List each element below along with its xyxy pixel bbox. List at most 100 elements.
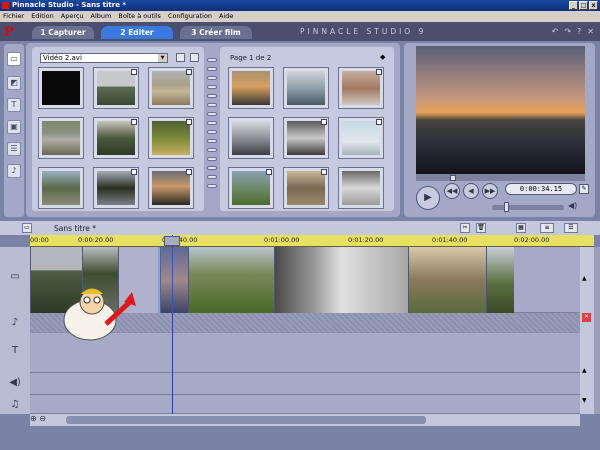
video-clip[interactable] xyxy=(486,247,514,313)
vertical-scrollbar[interactable]: ▲ × ▲ ▼ xyxy=(580,247,594,414)
scene-thumbnail[interactable] xyxy=(228,117,274,159)
scene-thumbnail[interactable] xyxy=(93,117,139,159)
volume-handle[interactable] xyxy=(504,202,509,212)
video-preview-screen xyxy=(416,46,585,174)
scene-thumbnail[interactable] xyxy=(283,117,329,159)
tab-capturer[interactable]: 1 Capturer xyxy=(32,26,94,39)
used-checkmark-icon xyxy=(266,169,272,175)
sound-effects-track[interactable] xyxy=(30,373,580,395)
timeline-ruler[interactable]: 00:00 0:00:20.00 0:00:40.00 0:01:00.00 0… xyxy=(30,235,594,247)
project-icon[interactable]: ▭ xyxy=(22,223,32,233)
scene-thumbnail[interactable] xyxy=(38,67,84,109)
storyboard-view-icon[interactable]: ▦ xyxy=(516,223,526,233)
video-clip[interactable] xyxy=(274,247,408,313)
scene-thumbnail[interactable] xyxy=(338,117,384,159)
play-button[interactable]: ▶ xyxy=(416,186,440,210)
scene-thumbnail[interactable] xyxy=(228,167,274,209)
menu-apercu[interactable]: Aperçu xyxy=(61,11,84,22)
camera-icon: ▭ xyxy=(10,54,18,63)
tab-editer[interactable]: 2 Editer xyxy=(101,26,173,39)
menu-edition[interactable]: Edition xyxy=(31,11,54,22)
chevron-down-icon[interactable]: ▼ xyxy=(158,54,167,62)
used-checkmark-icon xyxy=(376,69,382,75)
video-track-icon[interactable]: ▭ xyxy=(8,271,22,283)
timeline-view-icon[interactable]: ≡ xyxy=(540,223,554,233)
help-icon[interactable]: ? xyxy=(577,27,581,36)
scene-thumbnail[interactable] xyxy=(148,167,194,209)
sound-effects-tab[interactable]: ♪ xyxy=(7,164,21,178)
sound-effect-track-icon[interactable]: ◀) xyxy=(8,377,22,389)
video-clip[interactable] xyxy=(408,247,486,313)
tab-creer-film[interactable]: 3 Créer film xyxy=(180,26,252,39)
mute-icon[interactable]: × xyxy=(582,313,591,322)
trash-icon[interactable]: 🗑 xyxy=(476,223,486,233)
used-checkmark-icon xyxy=(321,119,327,125)
scroll-thumb[interactable] xyxy=(66,416,426,424)
title-track-icon[interactable]: T xyxy=(8,345,22,357)
transitions-tab[interactable]: ◩ xyxy=(7,76,21,90)
undo-icon[interactable]: ↶ xyxy=(552,27,559,36)
speaker-icon[interactable]: ◀) xyxy=(568,201,577,210)
text-view-icon[interactable]: ☰ xyxy=(564,223,578,233)
video-scenes-tab[interactable]: ▭ xyxy=(7,52,21,66)
video-clip[interactable] xyxy=(188,247,274,313)
menu-album[interactable]: Album xyxy=(91,11,112,22)
titles-tab[interactable]: T xyxy=(7,98,21,112)
step-back-button[interactable]: ◀ xyxy=(463,183,479,199)
zoom-out-icon[interactable]: ⊖ xyxy=(39,414,46,423)
project-title: Sans titre * xyxy=(54,224,97,233)
step-forward-button[interactable]: ▶▶ xyxy=(482,183,498,199)
minimize-button[interactable]: _ xyxy=(569,1,578,10)
redo-icon[interactable]: ↷ xyxy=(564,27,571,36)
scrubber-handle[interactable] xyxy=(450,175,456,181)
close-button[interactable]: x xyxy=(589,1,598,10)
scene-thumbnail[interactable] xyxy=(38,167,84,209)
menu-boite-a-outils[interactable]: Boîte à outils xyxy=(118,11,161,22)
playhead-handle[interactable] xyxy=(164,236,180,246)
pen-icon[interactable]: ✎ xyxy=(579,184,589,194)
scene-thumbnail[interactable] xyxy=(38,117,84,159)
music-track-icon[interactable]: ♫ xyxy=(8,399,22,411)
album-binding xyxy=(205,53,219,207)
photos-tab[interactable]: ▣ xyxy=(7,120,21,134)
scene-thumbnail[interactable] xyxy=(93,67,139,109)
menu-configuration[interactable]: Configuration xyxy=(168,11,212,22)
close-icon[interactable]: ✕ xyxy=(587,27,594,36)
volume-slider[interactable] xyxy=(492,205,564,210)
folder-icon[interactable] xyxy=(190,53,199,62)
thumbnail-image xyxy=(287,121,325,155)
menus-tab[interactable]: ☰ xyxy=(7,142,21,156)
next-page-icon[interactable]: ◆ xyxy=(380,53,385,61)
zoom-in-icon[interactable]: ⊕ xyxy=(30,414,37,423)
scene-thumbnail[interactable] xyxy=(283,167,329,209)
thumbnail-image xyxy=(97,71,135,105)
scene-thumbnail[interactable] xyxy=(148,67,194,109)
player-scrubber[interactable] xyxy=(416,174,585,181)
scroll-down-arrow[interactable]: ▼ xyxy=(582,397,587,404)
thumbnail-image xyxy=(232,71,270,105)
audio-track-icon[interactable]: ♪ xyxy=(8,317,22,329)
source-video-select[interactable]: Vidéo 2.avi ▼ xyxy=(40,53,168,63)
thumbnail-image xyxy=(342,171,380,205)
razor-icon[interactable]: ✂ xyxy=(460,223,470,233)
timecode-display[interactable]: 0:00:34.15 xyxy=(505,183,577,195)
scene-thumbnail[interactable] xyxy=(148,117,194,159)
ruler-label: 00:00 xyxy=(30,236,49,244)
menu-aide[interactable]: Aide xyxy=(219,11,233,22)
thumbnail-image xyxy=(42,121,80,155)
horizontal-scrollbar[interactable] xyxy=(30,414,580,426)
scene-thumbnail[interactable] xyxy=(228,67,274,109)
track-headers: ▭ ♪ T ◀) ♫ xyxy=(0,247,30,414)
scene-thumbnail[interactable] xyxy=(93,167,139,209)
scene-thumbnail[interactable] xyxy=(338,167,384,209)
scroll-up-arrow[interactable]: ▲ xyxy=(582,275,587,282)
folder-up-icon[interactable] xyxy=(176,53,185,62)
scene-thumbnail[interactable] xyxy=(283,67,329,109)
menu-fichier[interactable]: Fichier xyxy=(3,11,24,22)
scroll-arrow[interactable]: ▲ xyxy=(582,367,587,374)
music-track[interactable] xyxy=(30,395,580,414)
scene-thumbnail[interactable] xyxy=(338,67,384,109)
maximize-button[interactable]: □ xyxy=(579,1,588,10)
menu-icon: ☰ xyxy=(10,144,18,153)
rewind-button[interactable]: ◀◀ xyxy=(444,183,460,199)
